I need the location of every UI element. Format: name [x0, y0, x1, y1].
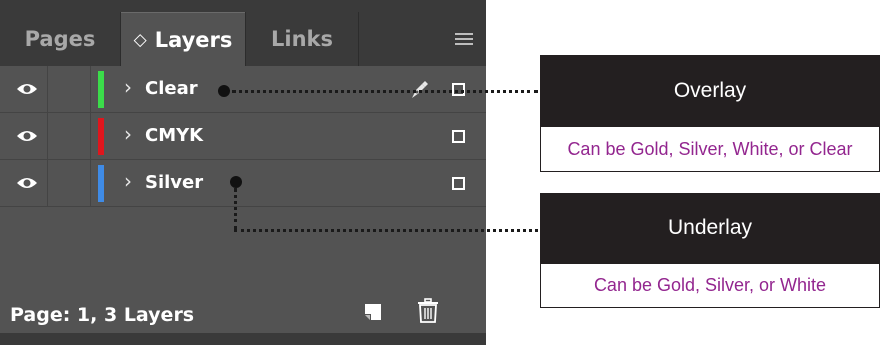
underlay-callout-title: Underlay [540, 193, 880, 263]
delete-layer-trash-icon[interactable] [417, 298, 439, 323]
expand-chevron-icon[interactable]: › [124, 122, 132, 146]
tab-links[interactable]: Links [246, 12, 358, 66]
visibility-eye-icon[interactable] [16, 176, 38, 190]
layer-row-silver[interactable]: › Silver [0, 160, 486, 207]
layer-color-swatch [98, 71, 104, 108]
panel-footer: Page: 1, 3 Layers [0, 292, 486, 333]
layer-color-swatch [98, 165, 104, 202]
layer-row-cmyk[interactable]: › CMYK [0, 113, 486, 160]
column-divider [47, 160, 48, 207]
layer-list: › Clear › CMYK › Silver [0, 66, 486, 207]
tab-layers[interactable]: ◇ Layers [121, 12, 245, 66]
tab-layers-label: Layers [154, 27, 233, 52]
overlay-callout-description: Can be Gold, Silver, White, or Clear [540, 126, 880, 172]
new-layer-icon[interactable] [363, 302, 383, 322]
overlay-callout: Overlay Can be Gold, Silver, White, or C… [540, 55, 880, 172]
panel-tab-bar: Pages ◇ Layers Links [0, 0, 486, 66]
tab-divider [358, 12, 359, 66]
column-divider [90, 66, 91, 113]
underlay-connector-dot [230, 176, 242, 188]
underlay-connector-line-horizontal [234, 229, 538, 232]
tab-layers-caret-icon: ◇ [133, 29, 147, 50]
underlay-connector-line-vertical [234, 188, 237, 230]
overlay-connector-line [232, 90, 538, 93]
visibility-eye-icon[interactable] [16, 129, 38, 143]
layer-name[interactable]: Silver [145, 172, 203, 193]
underlay-callout: Underlay Can be Gold, Silver, or White [540, 193, 880, 308]
expand-chevron-icon[interactable]: › [124, 169, 132, 193]
overlay-callout-title: Overlay [540, 55, 880, 126]
visibility-eye-icon[interactable] [16, 82, 38, 96]
overlay-connector-dot [218, 85, 230, 97]
resize-grip-icon[interactable] [228, 337, 262, 343]
lock-toggle-box[interactable] [452, 130, 465, 143]
underlay-callout-description: Can be Gold, Silver, or White [540, 263, 880, 308]
column-divider [90, 160, 91, 207]
layer-name[interactable]: CMYK [145, 125, 203, 146]
panel-menu-icon[interactable] [455, 33, 473, 45]
layers-panel: Pages ◇ Layers Links › Clear › CMYK › Si… [0, 0, 486, 345]
lock-toggle-box[interactable] [452, 177, 465, 190]
tab-pages[interactable]: Pages [0, 12, 120, 66]
column-divider [90, 113, 91, 160]
column-divider [47, 113, 48, 160]
column-divider [47, 66, 48, 113]
tab-links-label: Links [271, 27, 333, 51]
page-layer-status: Page: 1, 3 Layers [10, 304, 195, 326]
tab-pages-label: Pages [24, 27, 96, 51]
layer-name[interactable]: Clear [145, 78, 198, 99]
pen-nib-icon [412, 81, 428, 98]
layer-color-swatch [98, 118, 104, 155]
expand-chevron-icon[interactable]: › [124, 75, 132, 99]
